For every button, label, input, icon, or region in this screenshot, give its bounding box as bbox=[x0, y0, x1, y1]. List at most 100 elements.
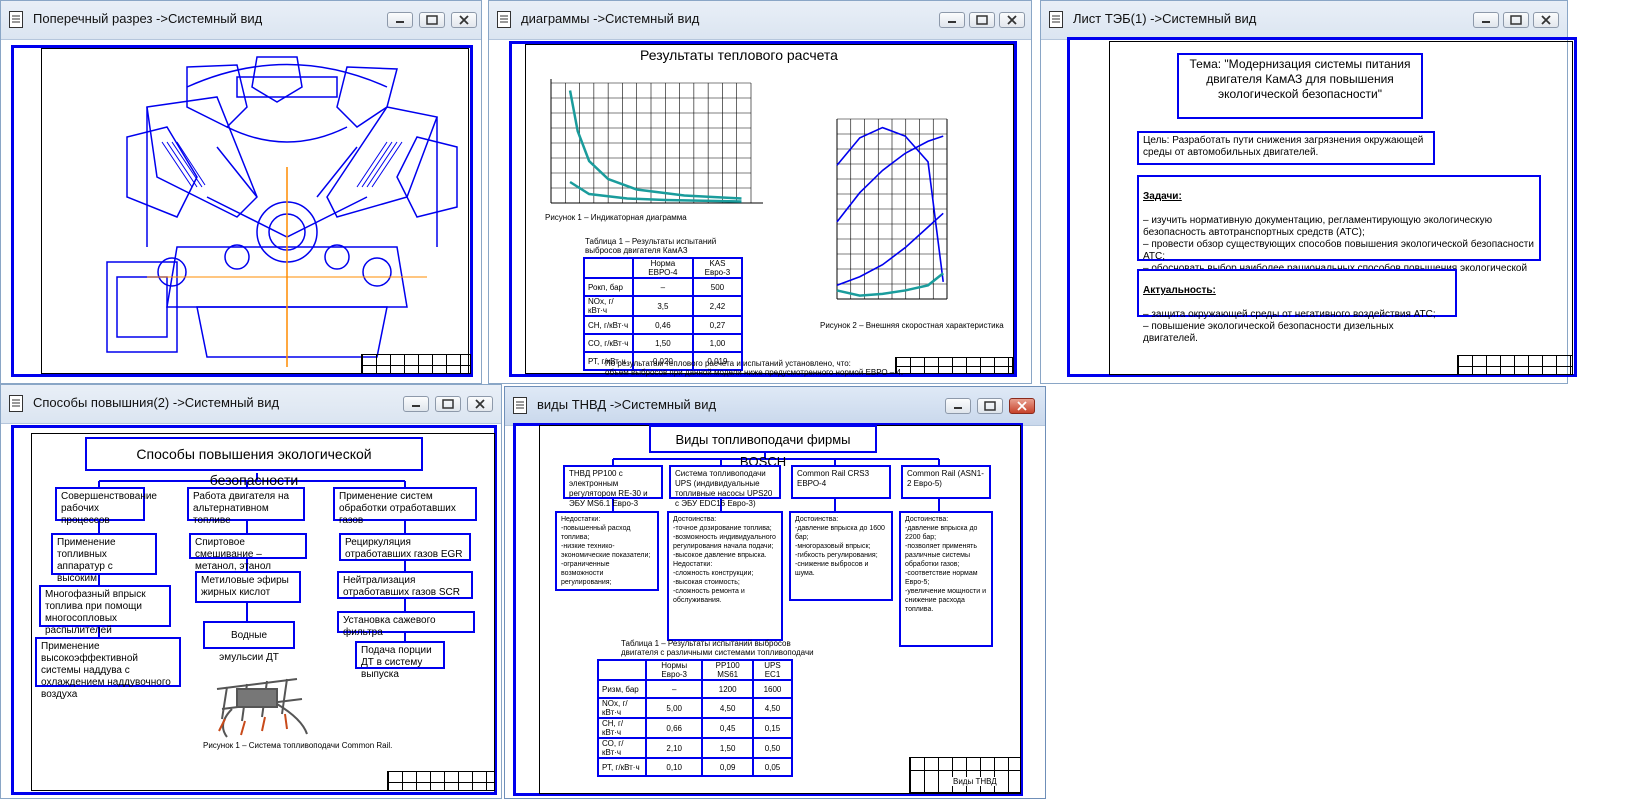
table-row: NOx, г/кВт·ч 3,5 2,42 bbox=[583, 295, 744, 317]
table-cell: – bbox=[645, 679, 704, 699]
tnvd-title: Виды топливоподачи фирмы BOSCH bbox=[649, 425, 877, 469]
emissions-table: Норма ЕВРО-4 KAS Евро-3 Рокп, бар –500 NO… bbox=[583, 257, 744, 371]
tasks-label: Задачи: bbox=[1143, 191, 1182, 202]
close-icon bbox=[1017, 401, 1027, 411]
close-button[interactable] bbox=[467, 396, 493, 412]
drawing-canvas[interactable]: Способы повышения экологической безопасн… bbox=[7, 425, 497, 795]
table-cell: 4,50 bbox=[701, 697, 754, 719]
chart2-caption: Рисунок 2 – Внешняя скоростная характери… bbox=[820, 321, 1004, 330]
tnvd-system-detail: Достоинства: -давление впрыска до 1600 б… bbox=[789, 511, 893, 601]
method-col1-item: Многофазный впрыск топлива при помощи мн… bbox=[39, 585, 171, 636]
document-icon bbox=[513, 397, 527, 414]
window-titlebar[interactable]: Поперечный разрез ->Системный вид bbox=[1, 1, 481, 40]
tnvd-system-detail: Недостатки: -повышенный расход топлива; … bbox=[555, 511, 659, 591]
table-cell: 500 bbox=[691, 277, 744, 297]
method-col3-item: Установка сажевого фильтра bbox=[337, 611, 475, 638]
window-methods[interactable]: Способы повышния(2) ->Системный вид Спос… bbox=[0, 384, 502, 799]
maximize-icon bbox=[984, 401, 996, 411]
table-cell: СО, г/кВт·ч bbox=[583, 333, 634, 353]
maximize-button[interactable] bbox=[977, 398, 1003, 414]
maximize-button[interactable] bbox=[969, 12, 995, 28]
methods-caption: Рисунок 1 – Система топливоподачи Common… bbox=[203, 741, 393, 750]
method-col2-item: Спиртовое смешивание – метанол, этанол bbox=[189, 533, 307, 572]
table-header-cell: Нормы Евро-3 bbox=[645, 659, 704, 681]
relevance-box: Актуальность: – защита окружающей среды … bbox=[1137, 269, 1457, 344]
table-cell: 0,09 bbox=[701, 757, 754, 777]
table-header-cell bbox=[596, 659, 648, 681]
title-block bbox=[1457, 355, 1573, 375]
relevance-text: – защита окружающей среды от негативного… bbox=[1143, 309, 1436, 344]
maximize-button[interactable] bbox=[1503, 12, 1529, 28]
title-block bbox=[895, 357, 1013, 374]
maximize-button[interactable] bbox=[435, 396, 461, 412]
table-cell: NOx, г/кВт·ч bbox=[583, 295, 634, 317]
window-titlebar[interactable]: виды ТНВД ->Системный вид bbox=[505, 387, 1045, 426]
drawing-canvas[interactable] bbox=[7, 41, 475, 377]
window-title: Поперечный разрез ->Системный вид bbox=[33, 11, 263, 26]
goal-box: Цель: Разработать пути снижения загрязне… bbox=[1137, 131, 1435, 165]
minimize-icon bbox=[412, 405, 420, 407]
tnvd-system-head: Common Rail (ASN1-2 Евро-5) bbox=[901, 465, 991, 499]
close-button[interactable] bbox=[1009, 398, 1035, 414]
tnvd-system-detail: Достоинства: -давление впрыска до 2200 б… bbox=[899, 511, 993, 647]
table-cell: 3,5 bbox=[631, 295, 694, 317]
table-header-cell: UPS ЕС1 bbox=[751, 659, 794, 681]
close-icon bbox=[1541, 15, 1551, 25]
minimize-button[interactable] bbox=[1473, 12, 1499, 28]
methods-title: Способы повышения экологической безопасн… bbox=[85, 437, 423, 488]
window-title: Лист ТЭБ(1) ->Системный вид bbox=[1073, 11, 1257, 26]
minimize-button[interactable] bbox=[387, 12, 413, 28]
window-diagrams[interactable]: диаграммы ->Системный вид Результаты теп… bbox=[488, 0, 1032, 384]
window-teb[interactable]: Лист ТЭБ(1) ->Системный вид Тема: "Модер… bbox=[1040, 0, 1577, 384]
footnote-line-2: объем выбросов при данной модели ниже пр… bbox=[605, 368, 904, 377]
document-icon bbox=[9, 11, 23, 28]
tnvd-table-title: Таблица 1 – Результаты испытаний выбросо… bbox=[621, 639, 814, 657]
theme-box: Тема: "Модернизация системы питания двиг… bbox=[1177, 53, 1423, 119]
table-cell: 0,27 bbox=[691, 315, 744, 335]
window-titlebar[interactable]: Способы повышния(2) ->Системный вид bbox=[1, 385, 501, 424]
window-cross-section[interactable]: Поперечный разрез ->Системный вид bbox=[0, 0, 482, 384]
indicator-diagram-chart bbox=[550, 79, 763, 204]
tasks-box: Задачи: – изучить нормативную документац… bbox=[1137, 175, 1541, 286]
table-row: РТ, г/кВт·ч 0,10 0,09 0,05 bbox=[596, 757, 794, 777]
title-block bbox=[909, 757, 1021, 793]
minimize-icon bbox=[948, 21, 956, 23]
method-col3-item: Применение систем обработки отработавших… bbox=[333, 487, 477, 526]
tnvd-system-head: Common Rail CRS3 ЕВРО-4 bbox=[791, 465, 891, 499]
minimize-button[interactable] bbox=[945, 398, 971, 414]
minimize-button[interactable] bbox=[939, 12, 965, 28]
method-col1-item: Совершенствование рабочих процессов bbox=[55, 487, 157, 526]
tnvd-system-head: Система топливоподачи UPS (индивидуальны… bbox=[669, 465, 781, 508]
table-title: Таблица 1 – Результаты испытаний выбросо… bbox=[585, 237, 717, 255]
table-cell: NOx, г/кВт·ч bbox=[596, 697, 648, 719]
table-row: СО, г/кВт·ч 1,50 1,00 bbox=[583, 333, 744, 353]
table-cell: – bbox=[631, 277, 694, 297]
table-cell: 0,50 bbox=[751, 737, 794, 759]
table-header-row: Норма ЕВРО-4 KAS Евро-3 bbox=[583, 257, 744, 279]
maximize-button[interactable] bbox=[419, 12, 445, 28]
table-header-cell: PP100 MS61 bbox=[701, 659, 754, 681]
minimize-button[interactable] bbox=[403, 396, 429, 412]
close-button[interactable] bbox=[451, 12, 477, 28]
table-cell: 0,66 bbox=[645, 717, 704, 739]
common-rail-illustration bbox=[216, 678, 308, 738]
maximize-icon bbox=[976, 15, 988, 25]
close-button[interactable] bbox=[1533, 12, 1559, 28]
table-cell: СО, г/кВт·ч bbox=[596, 737, 648, 759]
window-tnvd[interactable]: виды ТНВД ->Системный вид Виды топливопо… bbox=[504, 386, 1046, 799]
drawing-canvas[interactable]: Виды топливоподачи фирмы BOSCH ТНВД РР10… bbox=[511, 423, 1039, 796]
close-button[interactable] bbox=[999, 12, 1025, 28]
window-titlebar[interactable]: Лист ТЭБ(1) ->Системный вид bbox=[1041, 1, 1567, 40]
close-icon bbox=[1007, 15, 1017, 25]
tnvd-stamp-label: Виды ТНВД bbox=[951, 777, 999, 786]
window-titlebar[interactable]: диаграммы ->Системный вид bbox=[489, 1, 1031, 40]
table-cell: 5,00 bbox=[645, 697, 704, 719]
title-block bbox=[361, 354, 471, 374]
footnote-line-1: По результатам теплового расчета и испыт… bbox=[605, 359, 851, 368]
table-row: СН, г/кВт·ч 0,46 0,27 bbox=[583, 315, 744, 335]
table-cell: 4,50 bbox=[751, 697, 794, 719]
drawing-canvas[interactable]: Тема: "Модернизация системы питания двиг… bbox=[1047, 37, 1577, 377]
minimize-icon bbox=[396, 21, 404, 23]
drawing-canvas[interactable]: Результаты теплового расчета Рисунок 1 –… bbox=[495, 41, 1025, 377]
method-col1-item: Применение топливных аппаратур с высоким… bbox=[51, 533, 157, 596]
